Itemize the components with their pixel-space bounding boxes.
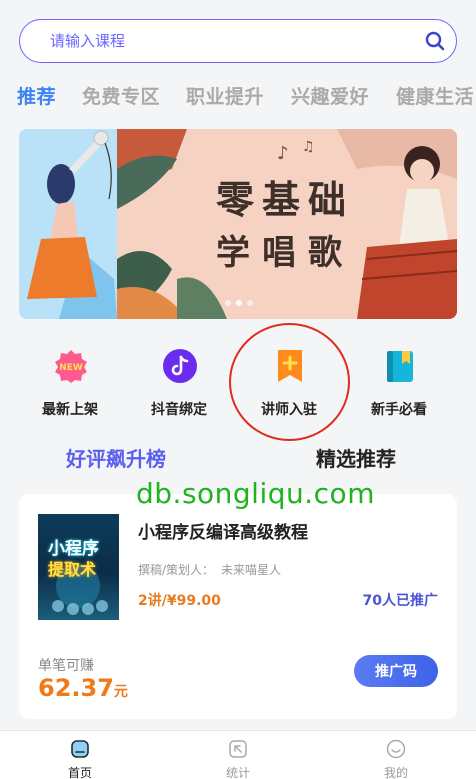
nav-profile[interactable]: 我的 <box>356 731 436 779</box>
earn-unit: 元 <box>113 684 128 700</box>
tab-career[interactable]: 职业提升 <box>186 82 264 109</box>
quick-item-label: 抖音绑定 <box>151 402 207 418</box>
new-badge-icon: NEW <box>55 350 87 383</box>
bottom-nav: 首页 统计 我的 <box>0 730 476 779</box>
stats-icon <box>229 740 247 758</box>
page: 推荐 免费专区 职业提升 兴趣爱好 健康生活 <box>0 0 476 779</box>
banner-title-line1: 零基础 <box>215 177 354 222</box>
tiktok-icon <box>163 349 197 383</box>
quick-item-label: 最新上架 <box>42 402 98 418</box>
section-tab-top-rated[interactable]: 好评飙升榜 <box>66 443 166 472</box>
earn-amount: 62.37元 <box>38 674 128 702</box>
banner-slide-previous[interactable] <box>19 129 117 319</box>
carousel-dot[interactable] <box>225 300 231 306</box>
singer-illustration <box>19 129 117 319</box>
course-cover-image[interactable]: 小程序 提取术 <box>38 514 119 620</box>
svg-text:♪: ♪ <box>277 143 289 164</box>
quick-item-label: 新手必看 <box>371 402 427 418</box>
course-price: 2讲/¥99.00 <box>138 593 221 609</box>
promote-code-button[interactable]: 推广码 <box>354 655 438 687</box>
course-promoted-count: 70人已推广 <box>362 593 438 609</box>
search-input[interactable] <box>50 20 410 62</box>
svg-text:♫: ♫ <box>302 139 315 155</box>
nav-label: 统计 <box>225 766 250 779</box>
new-badge-text: NEW <box>59 363 83 373</box>
cover-title-line2: 提取术 <box>48 560 97 579</box>
watermark: db.songliqu.com <box>136 477 375 510</box>
book-icon <box>387 351 413 382</box>
earn-label: 单笔可赚 <box>38 658 94 674</box>
section-tab-featured[interactable]: 精选推荐 <box>316 443 396 472</box>
quick-item-tiktok[interactable]: 抖音绑定 <box>129 348 229 428</box>
earn-value: 62.37 <box>38 674 114 702</box>
course-author: 未来喵星人 <box>221 563 282 577</box>
banner-artwork: ♪ ♫ <box>117 129 457 319</box>
tab-health[interactable]: 健康生活 <box>396 82 474 109</box>
profile-icon <box>386 739 406 759</box>
quick-item-new[interactable]: NEW 最新上架 <box>20 348 120 428</box>
search-bar[interactable] <box>19 19 457 63</box>
nav-label: 我的 <box>383 766 408 779</box>
nav-stats[interactable]: 统计 <box>198 731 278 779</box>
home-icon <box>71 740 89 758</box>
nav-label: 首页 <box>67 766 92 779</box>
banner-title-line2: 学唱歌 <box>216 233 354 273</box>
tab-free[interactable]: 免费专区 <box>82 82 160 109</box>
banner-carousel[interactable]: ♪ ♫ 零基础 学唱歌 <box>0 129 476 319</box>
carousel-dot-active[interactable] <box>236 300 242 306</box>
nav-home[interactable]: 首页 <box>40 731 120 779</box>
carousel-dot[interactable] <box>247 300 253 306</box>
course-card[interactable]: 小程序 提取术 小程序反编译高级教程 撰稿/策划人： 未来喵星人 2讲/¥99.… <box>19 494 457 719</box>
search-icon[interactable] <box>424 30 446 52</box>
tab-recommend[interactable]: 推荐 <box>17 82 56 109</box>
banner-slide-current[interactable]: ♪ ♫ 零基础 学唱歌 <box>117 129 457 319</box>
category-tabs: 推荐 免费专区 职业提升 兴趣爱好 健康生活 <box>0 78 476 114</box>
course-author-label: 撰稿/策划人： <box>138 563 215 577</box>
tab-hobby[interactable]: 兴趣爱好 <box>291 82 369 109</box>
quick-item-beginner-guide[interactable]: 新手必看 <box>349 348 449 428</box>
course-title[interactable]: 小程序反编译高级教程 <box>138 518 308 543</box>
highlight-circle <box>229 323 350 441</box>
